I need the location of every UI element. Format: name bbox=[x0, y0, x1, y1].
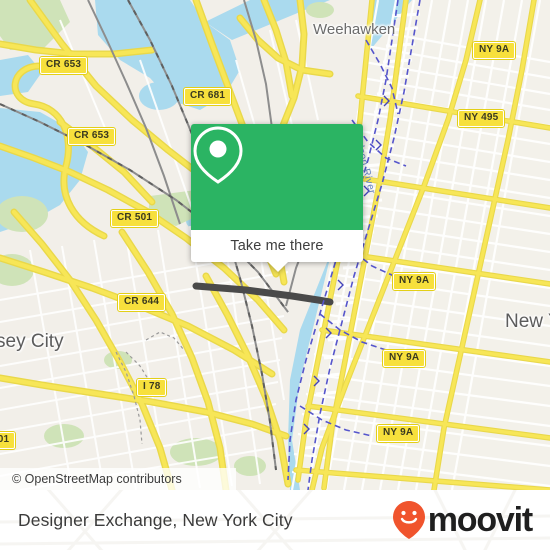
road-shield-i-78: I 78 bbox=[135, 378, 168, 397]
callout-pin-area bbox=[191, 124, 363, 230]
road-shield-cr-653-north: CR 653 bbox=[38, 56, 89, 75]
moovit-logo[interactable]: moovit bbox=[392, 500, 533, 540]
road-shield-ny-9a-lower: NY 9A bbox=[381, 349, 427, 368]
road-shield-cr-681: CR 681 bbox=[182, 87, 233, 106]
map-screenshot: Weehawken sey City New Y Hudson River CR… bbox=[0, 0, 550, 550]
moovit-wordmark: moovit bbox=[427, 501, 533, 539]
road-shield-ny-9a-north: NY 9A bbox=[471, 41, 517, 60]
moovit-smiley-pin-icon bbox=[392, 501, 425, 539]
map-pin-icon bbox=[193, 126, 243, 184]
place-label-new-york: New Y bbox=[505, 311, 550, 332]
road-shield-cr-644: CR 644 bbox=[116, 293, 167, 312]
place-label-weehawken: Weehawken bbox=[313, 21, 396, 38]
callout-action-area[interactable]: Take me there bbox=[191, 230, 363, 262]
location-title: Designer Exchange, New York City bbox=[18, 509, 293, 530]
road-shield-ny-495: NY 495 bbox=[456, 109, 506, 128]
callout-tail bbox=[267, 261, 289, 272]
map-callout-card[interactable]: Take me there bbox=[191, 124, 363, 272]
map-attribution[interactable]: © OpenStreetMap contributors bbox=[0, 468, 236, 490]
take-me-there-label: Take me there bbox=[230, 238, 324, 254]
map-canvas[interactable]: Weehawken sey City New Y Hudson River CR… bbox=[0, 0, 550, 490]
attribution-text: © OpenStreetMap contributors bbox=[12, 472, 182, 486]
road-shield-501-clipped: 501 bbox=[0, 431, 17, 450]
place-label-jersey-city: sey City bbox=[0, 331, 64, 352]
footer-bar: Designer Exchange, New York City moovit bbox=[0, 490, 550, 550]
road-shield-cr-501: CR 501 bbox=[109, 209, 160, 228]
road-shield-ny-9a-south: NY 9A bbox=[375, 424, 421, 443]
road-shield-ny-9a-mid: NY 9A bbox=[391, 272, 437, 291]
road-shield-cr-653-south: CR 653 bbox=[66, 127, 117, 146]
